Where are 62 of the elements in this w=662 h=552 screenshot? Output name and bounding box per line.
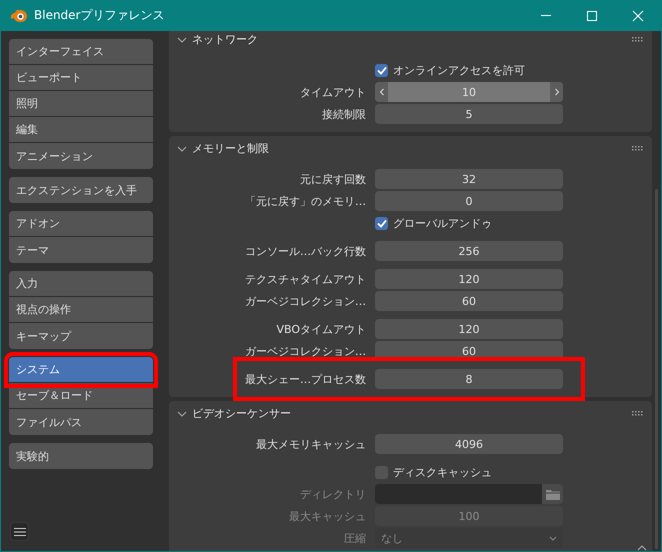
number-field[interactable]: 120 [375, 319, 563, 339]
number-field[interactable]: 8 [375, 369, 563, 389]
number-field[interactable]: 120 [375, 269, 563, 289]
sidebar-item[interactable]: 視点の操作 [9, 297, 153, 323]
chevron-right-icon[interactable] [550, 82, 563, 102]
field-label: コンソール…バック行数 [245, 244, 366, 258]
drag-handle-icon[interactable] [632, 146, 644, 151]
sidebar-item[interactable]: アニメーション [9, 143, 153, 169]
chevron-down-icon[interactable] [177, 36, 187, 44]
number-field[interactable]: 4096 [375, 434, 563, 454]
number-field[interactable]: 0 [375, 191, 563, 211]
sidebar-item[interactable]: エクステンションを入手 [9, 177, 153, 203]
chevron-down-icon [549, 536, 557, 540]
sidebar-item[interactable]: キーマップ [9, 323, 153, 349]
drag-handle-icon[interactable] [632, 37, 644, 42]
menu-button[interactable] [10, 522, 29, 541]
sidebar-item[interactable]: テーマ [9, 237, 153, 263]
number-field[interactable]: 60 [375, 291, 563, 311]
field-label: ディレクトリ [300, 488, 366, 500]
number-field[interactable]: 5 [375, 104, 563, 124]
number-field[interactable]: 10 [375, 82, 563, 102]
sidebar-item[interactable]: ビューポート [9, 65, 153, 91]
checkmark-icon [376, 218, 386, 228]
field-label: 最大キャッシュ [289, 510, 366, 522]
field-label: ガーベジコレクション… [245, 294, 366, 308]
field-label: 最大メモリキャッシュ [256, 438, 366, 450]
sidebar-item[interactable]: 編集 [9, 117, 153, 143]
field-label: VBOタイムアウト [276, 322, 366, 336]
minimize-icon [541, 15, 551, 16]
panel-title[interactable]: ビデオシーケンサー [192, 406, 291, 421]
field-label: 接続制限 [322, 108, 366, 120]
field-label: 元に戻す回数 [300, 172, 366, 186]
chevron-left-icon[interactable] [375, 82, 388, 102]
sidebar-item[interactable]: 実験的 [9, 443, 153, 469]
checkbox[interactable]: オンラインアクセスを許可 [375, 62, 525, 78]
field-label: 「元に戻す」のメモリ… [245, 194, 366, 208]
field-label: ガーベジコレクション… [245, 344, 366, 358]
field-label: 最大シェー…プロセス数 [245, 372, 366, 386]
chevron-down-icon[interactable] [177, 410, 187, 418]
checkbox[interactable]: ディスクキャッシュ [375, 464, 492, 480]
maximize-icon [586, 10, 598, 22]
window-title: Blenderプリファレンス [34, 7, 164, 24]
sidebar-item[interactable]: 入力 [9, 271, 153, 297]
sidebar-item[interactable]: 照明 [9, 91, 153, 117]
panel-title[interactable]: メモリーと制限 [192, 141, 269, 156]
number-field[interactable]: 256 [375, 241, 563, 261]
chevron-down-icon[interactable] [177, 144, 187, 152]
field-label: タイムアウト [300, 86, 366, 98]
sidebar-item[interactable]: アドオン [9, 211, 153, 237]
field-label: テクスチャタイムアウト [245, 272, 366, 286]
drag-handle-icon[interactable] [632, 411, 644, 416]
number-field[interactable]: 32 [375, 169, 563, 189]
sidebar-item[interactable]: インターフェイス [9, 39, 153, 65]
menu-icon [14, 526, 26, 536]
close-icon [632, 10, 644, 22]
panel-title[interactable]: ネットワーク [192, 32, 258, 47]
chevron-up-icon[interactable] [635, 543, 649, 551]
checkmark-icon [376, 66, 386, 74]
field-label: 圧縮 [344, 532, 366, 544]
blender-logo-icon [10, 8, 28, 22]
sidebar-item[interactable]: ファイルパス [9, 409, 153, 435]
checkbox[interactable]: グローバルアンドゥ [375, 216, 492, 230]
